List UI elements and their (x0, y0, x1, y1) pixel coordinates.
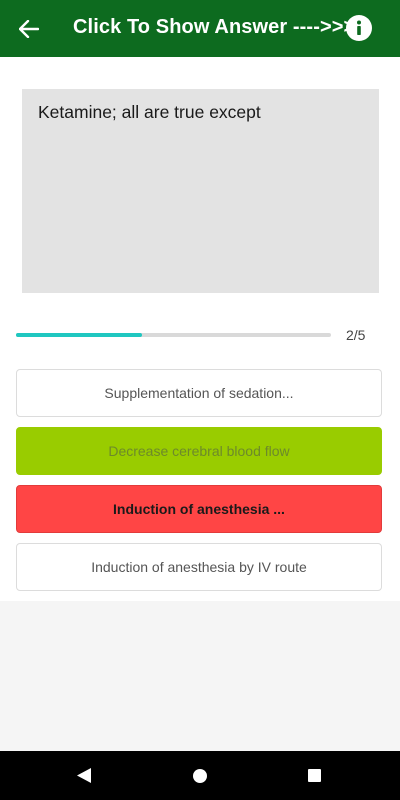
progress-bar (16, 333, 331, 337)
system-nav-bar (0, 751, 400, 800)
quiz-content: Ketamine; all are true except 2/5 Supple… (0, 57, 400, 601)
circle-home-icon[interactable] (193, 769, 207, 783)
show-answer-title[interactable]: Click To Show Answer ---->>> (73, 16, 355, 39)
app-bar: Click To Show Answer ---->>> (0, 0, 400, 57)
arrow-left-icon (19, 20, 39, 38)
question-card: Ketamine; all are true except (22, 89, 379, 293)
progress-fill (16, 333, 142, 337)
question-text: Ketamine; all are true except (38, 102, 261, 122)
answer-option-2[interactable]: Decrease cerebral blood flow (16, 427, 382, 475)
info-button[interactable] (346, 15, 372, 41)
info-icon (357, 20, 361, 35)
progress-count: 2/5 (346, 327, 366, 343)
answer-option-4[interactable]: Induction of anesthesia by IV route (16, 543, 382, 591)
triangle-back-icon[interactable] (76, 767, 92, 784)
screen: Click To Show Answer ---->>> Ketamine; a… (0, 0, 400, 800)
square-recents-icon[interactable] (308, 769, 321, 782)
back-button[interactable] (14, 14, 44, 44)
answer-option-3[interactable]: Induction of anesthesia ... (16, 485, 382, 533)
answer-option-1[interactable]: Supplementation of sedation... (16, 369, 382, 417)
